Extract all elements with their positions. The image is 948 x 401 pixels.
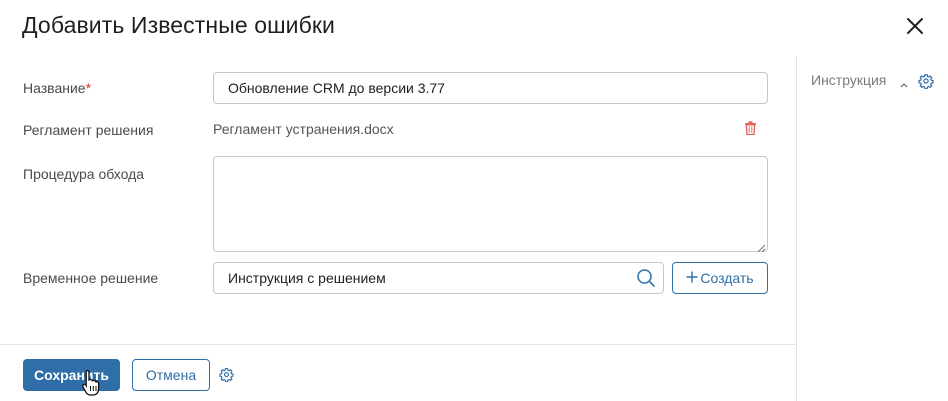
workaround-label: Процедура обхода	[23, 166, 145, 182]
name-label: Название*	[23, 80, 91, 96]
required-mark: *	[85, 80, 92, 96]
trash-icon[interactable]	[744, 121, 757, 136]
footer-divider	[0, 344, 796, 345]
gear-icon[interactable]	[219, 367, 234, 383]
plus-icon	[686, 270, 698, 286]
name-label-text: Название	[23, 80, 86, 96]
search-icon[interactable]	[636, 268, 656, 288]
chevron-up-icon[interactable]	[899, 76, 909, 88]
regulation-label: Регламент решения	[23, 122, 154, 138]
gear-icon[interactable]	[918, 73, 934, 90]
save-button[interactable]: Сохранить	[23, 359, 120, 391]
close-icon[interactable]	[903, 14, 927, 38]
sidebar-divider	[796, 56, 797, 401]
resize-grip-icon[interactable]	[756, 240, 766, 253]
create-button[interactable]: Создать	[672, 262, 768, 294]
dialog-header: Добавить Известные ошибки	[0, 0, 948, 56]
name-input[interactable]	[213, 72, 768, 104]
create-button-label: Создать	[700, 270, 754, 286]
temp-solution-lookup[interactable]: Инструкция с решением	[213, 262, 664, 294]
cancel-button[interactable]: Отмена	[132, 359, 210, 391]
sidebar-title[interactable]: Инструкция	[811, 72, 886, 88]
workaround-textarea[interactable]	[213, 156, 768, 252]
temp-solution-label: Временное решение	[23, 270, 159, 286]
regulation-file-link[interactable]: Регламент устранения.docx	[213, 121, 394, 137]
temp-solution-value: Инструкция с решением	[228, 270, 386, 286]
dialog-title: Добавить Известные ошибки	[22, 12, 335, 38]
